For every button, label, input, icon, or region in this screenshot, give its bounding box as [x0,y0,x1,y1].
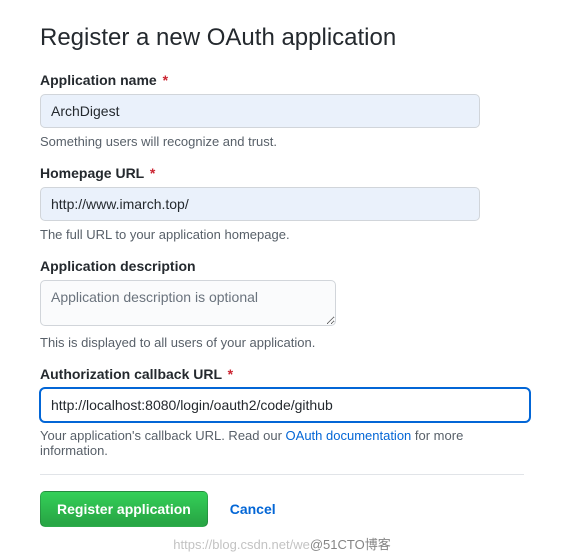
register-button[interactable]: Register application [40,491,208,527]
homepage-input[interactable] [40,187,480,221]
oauth-doc-link[interactable]: OAuth documentation [286,428,412,443]
description-group: Application description This is displaye… [40,258,524,350]
callback-label-text: Authorization callback URL [40,366,222,382]
required-asterisk: * [150,165,155,181]
description-textarea[interactable] [40,280,336,326]
description-label: Application description [40,258,524,274]
app-name-label-text: Application name [40,72,157,88]
watermark-faint: https://blog.csdn.net/we [173,537,310,552]
callback-group: Authorization callback URL * Your applic… [40,366,524,458]
watermark-handle: @51CTO博客 [310,537,391,552]
homepage-group: Homepage URL * The full URL to your appl… [40,165,524,242]
callback-help-prefix: Your application's callback URL. Read ou… [40,428,286,443]
homepage-label: Homepage URL * [40,165,524,181]
callback-label: Authorization callback URL * [40,366,524,382]
page-title: Register a new OAuth application [40,24,524,52]
required-asterisk: * [228,366,233,382]
homepage-label-text: Homepage URL [40,165,144,181]
app-name-group: Application name * Something users will … [40,72,524,149]
divider [40,474,524,475]
required-asterisk: * [163,72,168,88]
callback-help: Your application's callback URL. Read ou… [40,428,524,458]
app-name-label: Application name * [40,72,524,88]
callback-input[interactable] [40,388,530,422]
homepage-help: The full URL to your application homepag… [40,227,524,242]
cancel-link[interactable]: Cancel [230,501,276,517]
description-help: This is displayed to all users of your a… [40,335,524,350]
app-name-input[interactable] [40,94,480,128]
app-name-help: Something users will recognize and trust… [40,134,524,149]
watermark: https://blog.csdn.net/we@51CTO博客 [0,534,564,553]
